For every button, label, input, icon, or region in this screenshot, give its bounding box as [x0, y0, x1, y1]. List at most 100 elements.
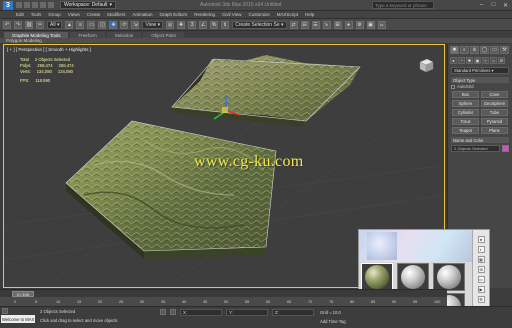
render-setup-button[interactable]: ⚙ [355, 20, 364, 29]
snap-toggle-button[interactable]: 3 [188, 20, 197, 29]
unlink-icon[interactable]: ✂ [36, 20, 44, 29]
coord-x-field[interactable]: X: [180, 309, 222, 316]
systems-icon[interactable]: ⚙ [498, 57, 505, 64]
select-object-button[interactable]: ▲ [65, 20, 74, 29]
geosphere-button[interactable]: GeoSphere [481, 100, 508, 107]
menu-customize[interactable]: Customize [248, 12, 269, 17]
coord-z-field[interactable]: Z: [272, 309, 314, 316]
torus-button[interactable]: Torus [452, 118, 479, 125]
spacewarps-icon[interactable]: ≈ [490, 57, 497, 64]
percent-snap-button[interactable]: % [210, 20, 219, 29]
menu-help[interactable]: Help [305, 12, 314, 17]
backlight-icon[interactable]: ◐ [477, 246, 485, 253]
rect-selection-button[interactable]: ▭ [87, 20, 96, 29]
cameras-icon[interactable]: ▣ [474, 57, 481, 64]
menu-create[interactable]: Create [87, 12, 101, 17]
material-slot-1[interactable] [361, 263, 393, 291]
named-selection-set-dropdown[interactable]: Create Selection Se ▾ [232, 20, 287, 29]
box-button[interactable]: Box [452, 91, 479, 98]
add-time-tag[interactable]: Add Time Tag [320, 319, 346, 324]
add-time-tag-lock-icon[interactable] [2, 308, 8, 314]
menu-edit[interactable]: Edit [16, 12, 24, 17]
selection-filter-dropdown[interactable]: All ▾ [47, 20, 63, 29]
align-button[interactable]: ⊟ [300, 20, 309, 29]
cylinder-button[interactable]: Cylinder [452, 109, 479, 116]
sample-uv-icon[interactable]: ⊞ [477, 266, 485, 273]
menu-maxscript[interactable]: MAXScript [277, 12, 298, 17]
menu-group[interactable]: Group [48, 12, 61, 17]
cone-button[interactable]: Cone [481, 91, 508, 98]
open-file-icon[interactable] [24, 2, 30, 8]
undo-button[interactable]: ↶ [3, 20, 11, 29]
material-slot-3[interactable] [433, 263, 465, 291]
render-production-button[interactable]: ☕ [377, 20, 386, 29]
menu-tools[interactable]: Tools [31, 12, 42, 17]
tube-button[interactable]: Tube [481, 109, 508, 116]
undo-icon[interactable] [40, 2, 46, 8]
pyramid-button[interactable]: Pyramid [481, 118, 508, 125]
redo-icon[interactable] [48, 2, 54, 8]
pivot-center-button[interactable]: ◎ [166, 20, 175, 29]
menu-rendering[interactable]: Rendering [194, 12, 215, 17]
shapes-icon[interactable]: ◔ [458, 57, 465, 64]
window-crossing-button[interactable]: ◫ [98, 20, 107, 29]
app-logo-icon[interactable]: 3 [3, 0, 13, 10]
new-file-icon[interactable] [16, 2, 22, 8]
select-by-name-button[interactable]: ≡ [76, 20, 85, 29]
viewcube-icon[interactable] [416, 55, 436, 75]
time-slider-track[interactable]: 0 / 100 [0, 289, 447, 297]
autogrid-checkbox[interactable]: AutoGrid [451, 84, 509, 89]
menu-modifiers[interactable]: Modifiers [107, 12, 125, 17]
menu-animation[interactable]: Animation [133, 12, 153, 17]
menu-civil-view[interactable]: Civil View [222, 12, 241, 17]
display-tab-icon[interactable]: ▭ [490, 46, 499, 54]
track-bar[interactable]: 0 5 10 15 20 25 30 35 40 45 50 55 60 65 70 75 80 85 90 95 10… [0, 297, 447, 306]
options-icon[interactable]: ⚙ [477, 296, 485, 303]
coord-y-field[interactable]: Y: [226, 309, 268, 316]
mirror-button[interactable]: ⇄ [289, 20, 298, 29]
rendered-frame-window-button[interactable]: ▣ [366, 20, 375, 29]
sphere-button[interactable]: Sphere [452, 100, 479, 107]
spinner-snap-button[interactable]: ⇕ [221, 20, 230, 29]
material-slot-2[interactable] [397, 263, 429, 291]
link-icon[interactable]: ⛓ [25, 20, 33, 29]
sample-type-icon[interactable]: ● [477, 236, 485, 243]
reference-coord-dropdown[interactable]: View ▾ [142, 20, 164, 29]
manipulate-button[interactable]: ✚ [177, 20, 186, 29]
maxscript-listener[interactable]: Welcome to MAX [1, 315, 35, 323]
schematic-view-button[interactable]: ⊞ [333, 20, 342, 29]
plane-button[interactable]: Plane [481, 127, 508, 134]
teapot-button[interactable]: Teapot [452, 127, 479, 134]
create-tab-icon[interactable]: ✱ [450, 46, 459, 54]
curve-editor-button[interactable]: ∿ [322, 20, 331, 29]
hierarchy-tab-icon[interactable]: ⋔ [470, 46, 479, 54]
motion-tab-icon[interactable]: ◯ [480, 46, 489, 54]
angle-snap-button[interactable]: ∠ [199, 20, 208, 29]
geometry-icon[interactable]: ● [450, 57, 457, 64]
minimize-icon[interactable]: – [477, 1, 486, 9]
video-check-icon[interactable]: ▭ [477, 276, 485, 283]
make-preview-icon[interactable]: ▶ [477, 286, 485, 293]
workspace-dropdown[interactable]: Workspace: Default ▾ [60, 1, 117, 9]
utilities-tab-icon[interactable]: ⚒ [500, 46, 509, 54]
select-scale-button[interactable]: ⇲ [131, 20, 140, 29]
object-color-swatch[interactable] [502, 145, 509, 152]
name-and-color-rollout[interactable]: Name and Color [451, 137, 509, 143]
select-rotate-button[interactable]: ⟳ [120, 20, 129, 29]
ribbon-panel-polygon-modeling[interactable]: Polygon Modeling [0, 38, 512, 43]
primitive-type-dropdown[interactable]: Standard Primitives ▾ [451, 67, 509, 74]
search-input[interactable]: Type a keyword or phrase [372, 1, 434, 9]
viewport-label[interactable]: [ + ] [ Perspective ] [ Smooth + Highlig… [7, 47, 91, 52]
modify-tab-icon[interactable]: ◐ [460, 46, 469, 54]
background-icon[interactable]: ▦ [477, 256, 485, 263]
selection-lock-icon[interactable] [160, 309, 166, 315]
material-editor-button[interactable]: ● [344, 20, 353, 29]
redo-button[interactable]: ↷ [14, 20, 22, 29]
helpers-icon[interactable]: ⊹ [482, 57, 489, 64]
select-move-button[interactable]: ✥ [109, 20, 118, 29]
menu-graph-editors[interactable]: Graph Editors [160, 12, 188, 17]
menu-views[interactable]: Views [68, 12, 80, 17]
object-name-field[interactable]: 2 Objects Selected [451, 145, 500, 152]
lights-icon[interactable]: ✺ [466, 57, 473, 64]
maximize-icon[interactable]: □ [489, 1, 498, 9]
